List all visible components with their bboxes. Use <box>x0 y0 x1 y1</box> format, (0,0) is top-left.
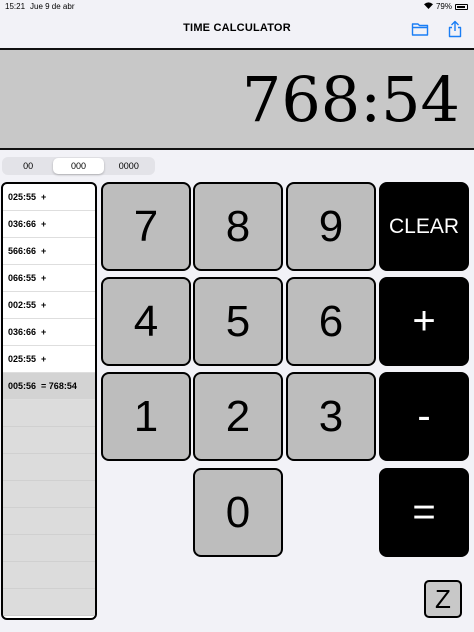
format-segmented-control: 00 000 0000 <box>2 157 155 175</box>
history-row[interactable]: 566:66 + <box>3 238 95 265</box>
history-row[interactable]: 025:55 + <box>3 346 95 373</box>
history-row[interactable]: 066:55 + <box>3 265 95 292</box>
key-1[interactable]: 1 <box>101 372 191 461</box>
segment-00[interactable]: 00 <box>3 158 53 174</box>
key-5[interactable]: 5 <box>193 277 283 366</box>
battery-icon <box>455 3 468 10</box>
z-button[interactable]: Z <box>424 580 462 618</box>
history-time: 025:55 <box>8 354 37 364</box>
history-empty-row <box>3 454 95 481</box>
key-2[interactable]: 2 <box>193 372 283 461</box>
history-time: 025:55 <box>8 192 37 202</box>
battery-percent: 79% <box>435 2 452 11</box>
history-time: 036:66 <box>8 219 37 229</box>
history-time: 036:66 <box>8 327 37 337</box>
history-empty-row <box>3 535 95 562</box>
status-date: Jue 9 de abr <box>30 2 75 11</box>
key-0[interactable]: 0 <box>193 468 283 557</box>
equals-button[interactable]: = <box>379 468 469 557</box>
nav-bar: TIME CALCULATOR <box>0 14 474 44</box>
key-6[interactable]: 6 <box>286 277 376 366</box>
history-empty-row <box>3 427 95 454</box>
history-op: + <box>41 273 47 283</box>
history-op: + <box>41 192 47 202</box>
key-8[interactable]: 8 <box>193 182 283 271</box>
history-time: 002:55 <box>8 300 37 310</box>
plus-button[interactable]: + <box>379 277 469 366</box>
key-9[interactable]: 9 <box>286 182 376 271</box>
display-value: 768:54 <box>241 63 460 136</box>
page-title: TIME CALCULATOR <box>183 22 291 34</box>
history-list[interactable]: 025:55 + 036:66 + 566:66 + 066:55 + 002:… <box>1 182 97 620</box>
history-op: + <box>41 300 47 310</box>
history-row[interactable]: 025:55 + <box>3 184 95 211</box>
history-op: + <box>41 327 47 337</box>
history-row[interactable]: 002:55 + <box>3 292 95 319</box>
status-right: 79% <box>423 2 468 11</box>
history-op: + <box>41 354 47 364</box>
segment-0000[interactable]: 0000 <box>104 158 154 174</box>
status-time: 15:21 <box>5 2 26 11</box>
history-row[interactable]: 036:66 + <box>3 211 95 238</box>
status-bar: 15:21 Jue 9 de abr 79% <box>0 0 474 14</box>
share-icon[interactable] <box>446 20 464 38</box>
history-empty-row <box>3 589 95 616</box>
history-row[interactable]: 036:66 + <box>3 319 95 346</box>
result-display: 768:54 <box>0 48 474 150</box>
history-op: = 768:54 <box>41 381 77 391</box>
history-empty-row <box>3 508 95 535</box>
clear-button[interactable]: CLEAR <box>379 182 469 271</box>
history-empty-row <box>3 400 95 427</box>
wifi-icon <box>423 2 433 11</box>
history-empty-row <box>3 562 95 589</box>
history-op: + <box>41 219 47 229</box>
history-time: 005:56 <box>8 381 37 391</box>
history-op: + <box>41 246 47 256</box>
minus-button[interactable]: - <box>379 372 469 461</box>
segment-000[interactable]: 000 <box>53 158 104 174</box>
key-3[interactable]: 3 <box>286 372 376 461</box>
key-7[interactable]: 7 <box>101 182 191 271</box>
history-row-selected[interactable]: 005:56 = 768:54 <box>3 373 95 400</box>
history-time: 566:66 <box>8 246 37 256</box>
key-4[interactable]: 4 <box>101 277 191 366</box>
folder-icon[interactable] <box>411 20 429 38</box>
history-time: 066:55 <box>8 273 37 283</box>
history-empty-row <box>3 481 95 508</box>
